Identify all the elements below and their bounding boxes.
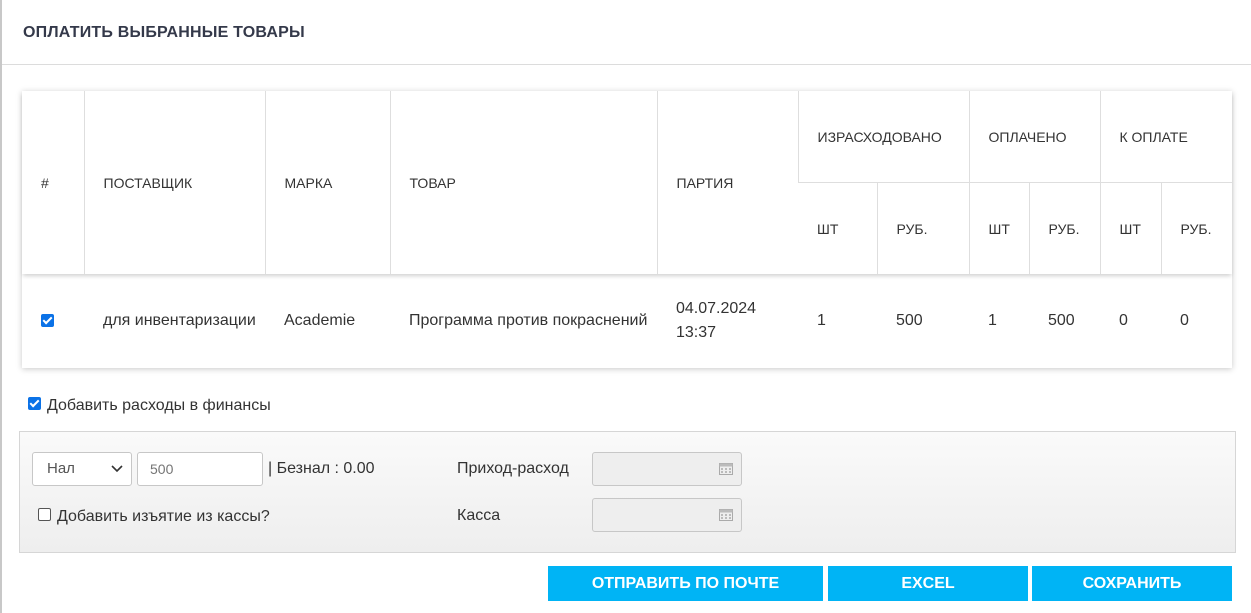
add-expenses-option[interactable]: Добавить расходы в финансы	[28, 397, 271, 415]
cashbox-label: Касса	[457, 507, 501, 524]
col-header-topay-rub: РУБ.	[1160, 182, 1233, 274]
row-select-cell[interactable]	[22, 274, 84, 367]
save-button[interactable]: СОХРАНИТЬ	[1032, 566, 1232, 601]
cell-brand: Academie	[284, 311, 356, 329]
beznal-text: | Безнал : 0.00	[268, 460, 375, 477]
add-expenses-label: Добавить расходы в финансы	[47, 397, 271, 414]
income-expense-label: Приход-расход	[457, 460, 569, 477]
modal-title: ОПЛАТИТЬ ВЫБРАННЫЕ ТОВАРЫ	[23, 24, 305, 41]
row-checkbox[interactable]	[41, 313, 54, 327]
col-header-product[interactable]: ТОВАР	[389, 91, 657, 274]
col-header-paid-rub: РУБ.	[1028, 182, 1100, 274]
col-header-num: #	[41, 174, 49, 191]
cell-paid-rub: 500	[1048, 311, 1075, 329]
cell-paid-qty: 1	[988, 311, 997, 329]
finance-panel: Нал | Безнал : 0.00 Добавить изъятие из …	[19, 431, 1236, 553]
chevron-down-icon	[111, 453, 123, 497]
amount-input[interactable]	[137, 452, 263, 486]
cell-spent-qty: 1	[817, 311, 826, 329]
col-header-spent-qty: ШТ	[798, 182, 877, 274]
cell-spent-rub: 500	[896, 311, 923, 329]
col-header-to-pay: К ОПЛАТЕ	[1099, 91, 1233, 183]
col-header-paid: ОПЛАЧЕНО	[968, 91, 1100, 183]
withdraw-label: Добавить изъятие из кассы?	[57, 508, 270, 525]
calendar-icon	[719, 509, 733, 521]
cell-product: Программа против покраснений	[409, 311, 648, 329]
col-header-paid-qty: ШТ	[968, 182, 1029, 274]
col-header-supplier[interactable]: ПОСТАВЩИК	[83, 91, 265, 274]
table-row: для инвентаризации Academie Программа пр…	[22, 274, 1232, 367]
add-expenses-checkbox[interactable]	[28, 397, 41, 411]
col-header-topay-qty: ШТ	[1099, 182, 1161, 274]
withdraw-checkbox[interactable]	[38, 508, 51, 522]
cashbox-input[interactable]	[592, 498, 742, 532]
income-expense-date-input[interactable]	[592, 452, 742, 486]
col-header-spent-rub: РУБ.	[876, 182, 969, 274]
cell-supplier: для инвентаризации	[103, 311, 256, 329]
col-header-spent: ИЗРАСХОДОВАНО	[797, 91, 969, 183]
modal-header: ОПЛАТИТЬ ВЫБРАННЫЕ ТОВАРЫ	[2, 0, 1251, 65]
send-email-button[interactable]: ОТПРАВИТЬ ПО ПОЧТЕ	[548, 566, 823, 601]
excel-button[interactable]: EXCEL	[828, 566, 1028, 601]
cell-topay-qty: 0	[1119, 311, 1128, 329]
withdraw-option[interactable]: Добавить изъятие из кассы?	[38, 508, 270, 526]
payment-type-select[interactable]: Нал	[32, 452, 132, 486]
modal-left-edge	[0, 0, 2, 613]
payment-type-value: Нал	[47, 460, 75, 477]
cell-topay-rub: 0	[1180, 311, 1189, 329]
col-header-batch[interactable]: ПАРТИЯ	[656, 91, 798, 274]
calendar-icon	[719, 463, 733, 475]
goods-table-card: # ПОСТАВЩИК МАРКА ТОВАР ПАРТИЯ ИЗРАСХОДО…	[22, 91, 1233, 368]
goods-table: # ПОСТАВЩИК МАРКА ТОВАР ПАРТИЯ ИЗРАСХОДО…	[22, 91, 1233, 367]
col-header-brand[interactable]: МАРКА	[264, 91, 390, 274]
cell-batch: 04.07.2024 13:37	[676, 299, 757, 341]
